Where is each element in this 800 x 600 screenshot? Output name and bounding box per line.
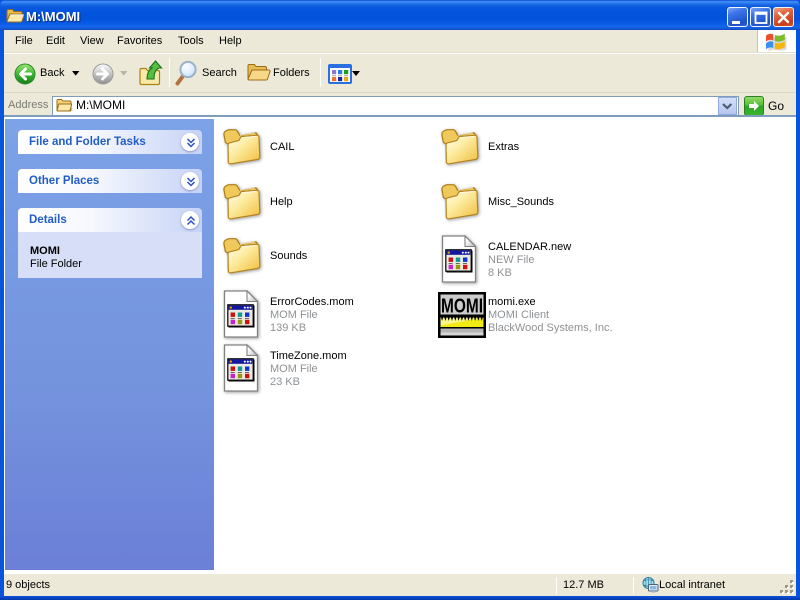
svg-text:MOMI: MOMI: [441, 296, 483, 318]
